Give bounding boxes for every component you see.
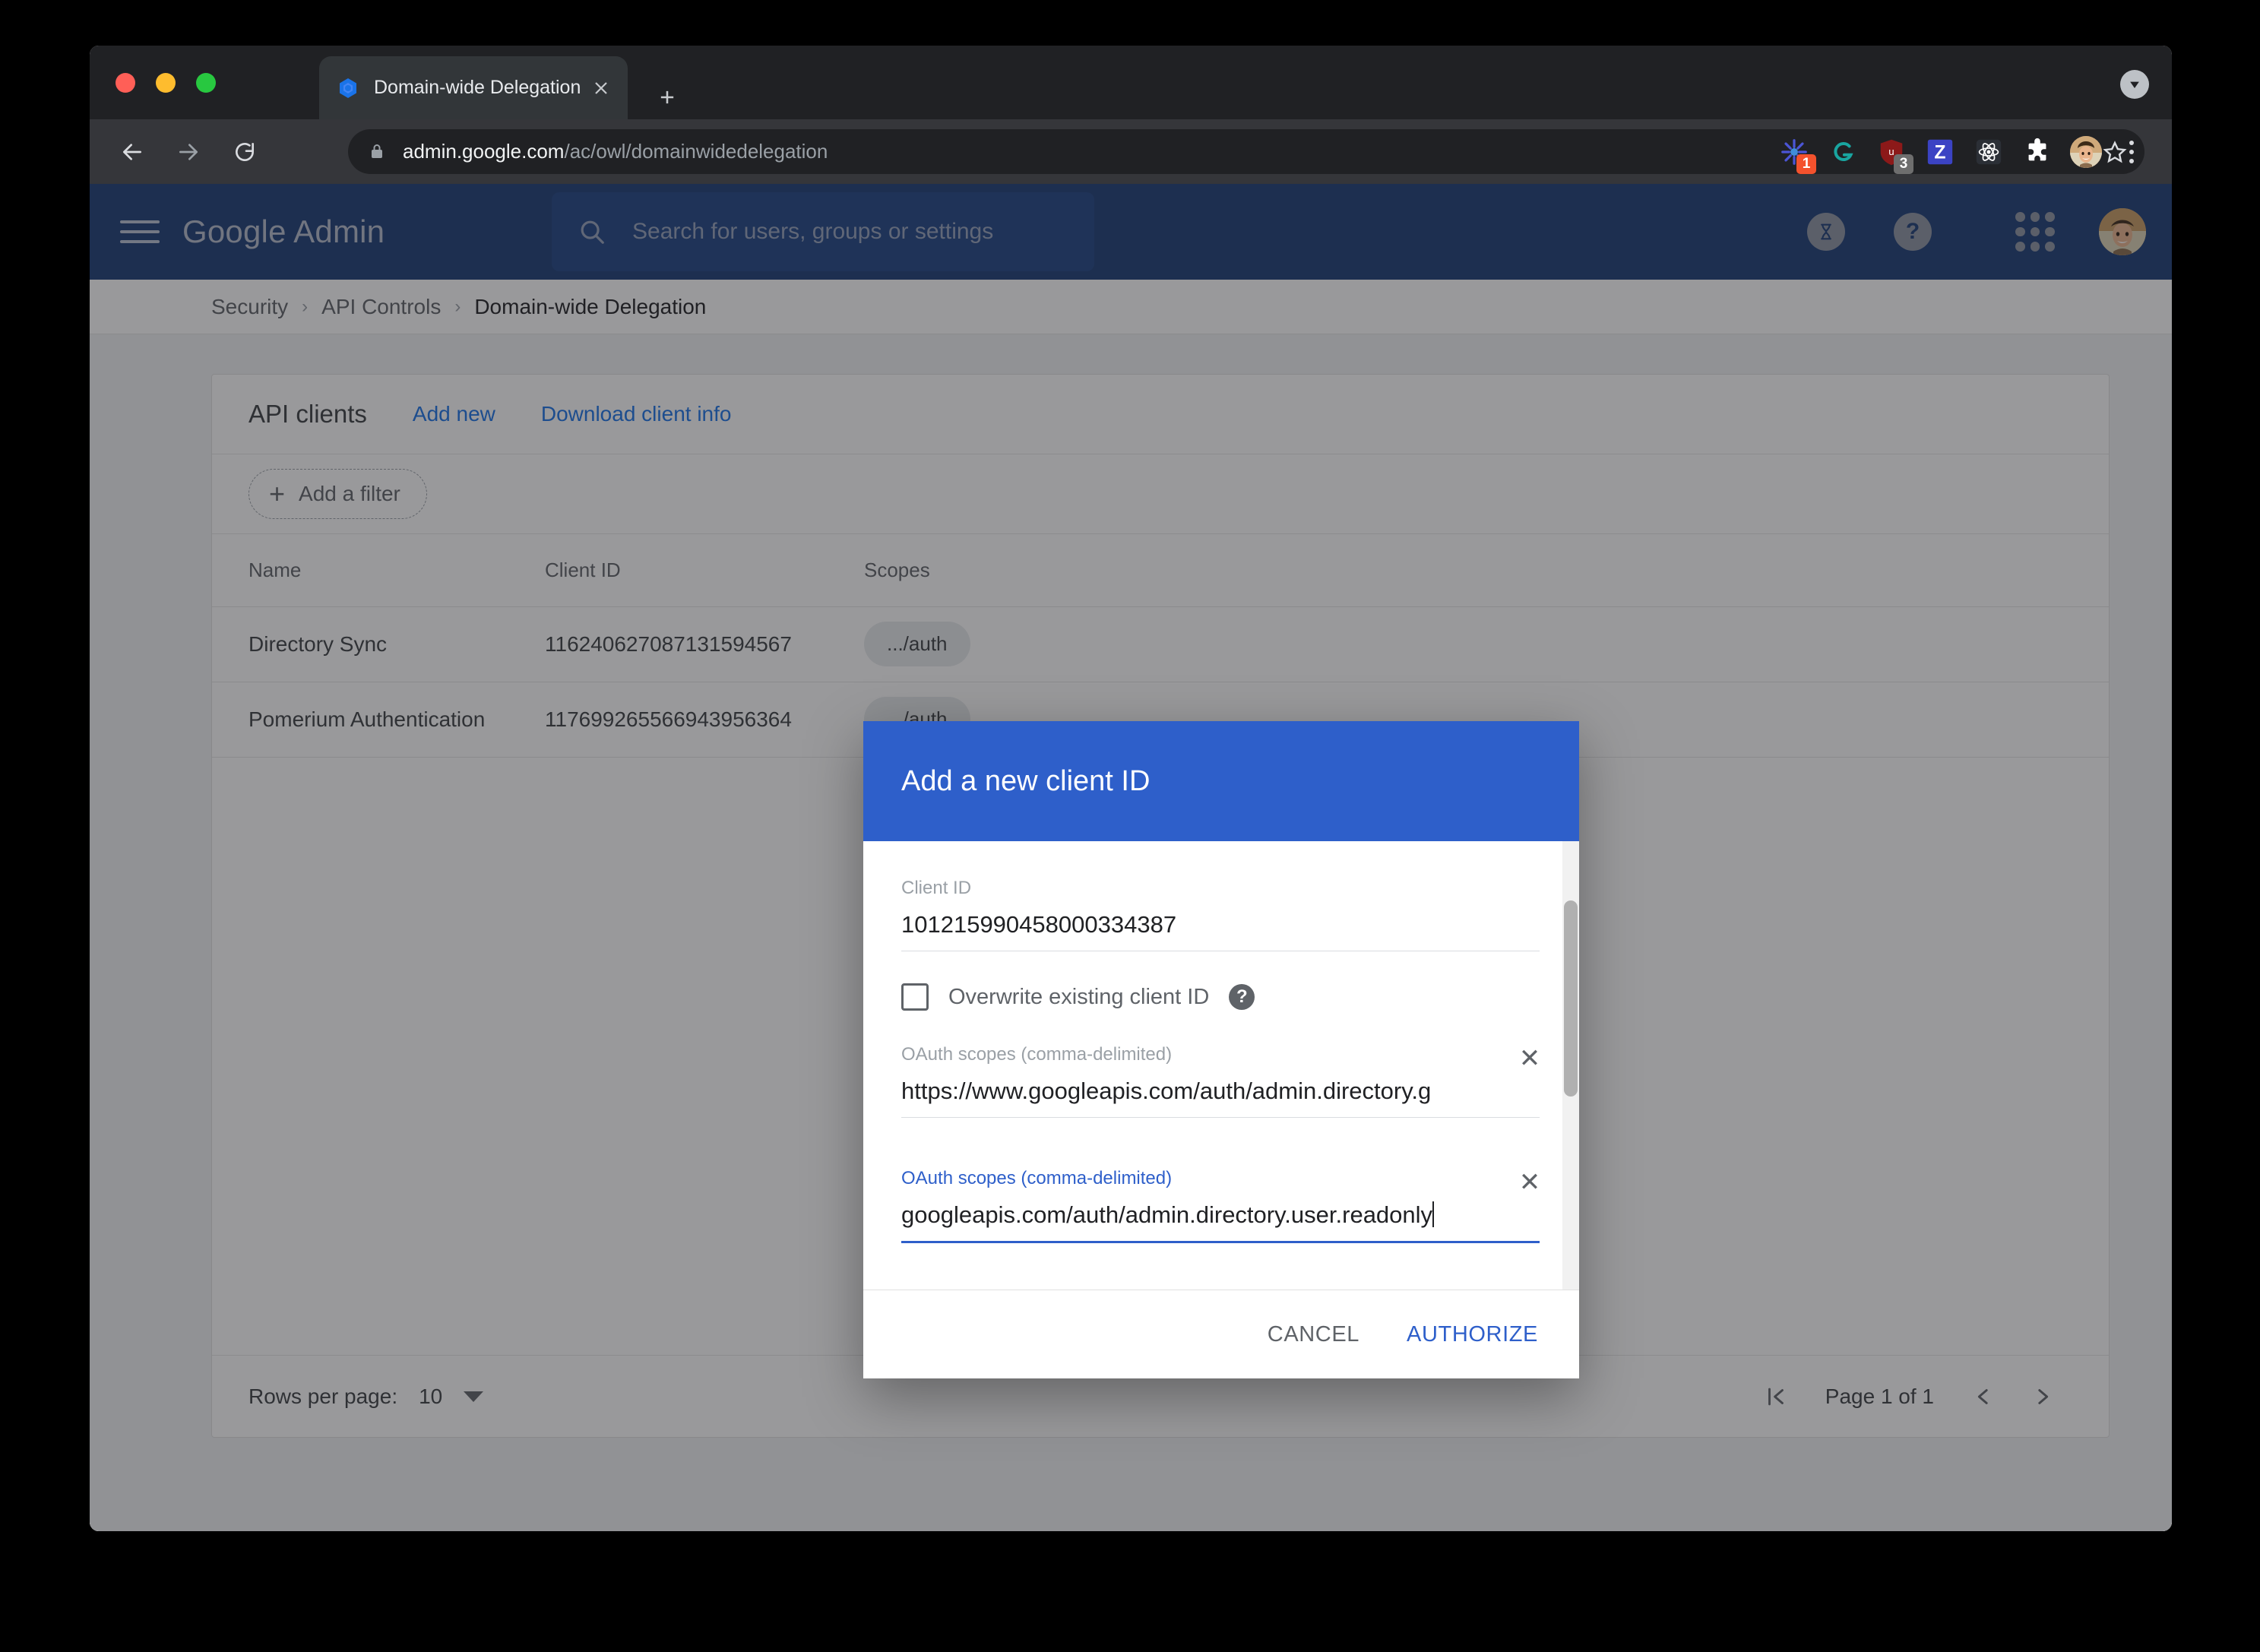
page-viewport: Google Admin Search for users, groups or… — [90, 184, 2172, 1531]
colorful-star-extension-icon[interactable]: 1 — [1778, 136, 1816, 174]
extension-badge-count: 1 — [1796, 153, 1816, 174]
ublock-origin-extension-icon[interactable]: u 3 — [1875, 136, 1913, 174]
client-id-label: Client ID — [901, 878, 972, 898]
url-host: admin.google.com — [403, 140, 565, 163]
extension-toolbar: 1 u 3 Z — [1778, 129, 2144, 174]
reload-button-icon[interactable] — [223, 131, 266, 173]
oauth-scope-label-2: OAuth scopes (comma-delimited) — [901, 1168, 1173, 1188]
oauth-scope-label-1: OAuth scopes (comma-delimited) — [901, 1044, 1173, 1065]
browser-window: Domain-wide Delegation admin.google.com/… — [90, 46, 2172, 1531]
clear-scope-icon-2[interactable]: ✕ — [1511, 1163, 1549, 1201]
help-question-icon[interactable]: ? — [1229, 984, 1255, 1010]
dialog-title: Add a new client ID — [901, 764, 1151, 797]
overwrite-existing-client-id-row[interactable]: Overwrite existing client ID ? — [901, 983, 1532, 1011]
authorize-button[interactable]: AUTHORIZE — [1387, 1309, 1558, 1361]
close-window-button[interactable] — [116, 73, 135, 93]
overwrite-checkbox[interactable] — [901, 983, 929, 1011]
text-caret — [1432, 1201, 1435, 1227]
dialog-body: Client ID 101215990458000334387 Overwrit… — [863, 841, 1579, 1290]
forward-button-icon[interactable] — [167, 131, 210, 173]
dialog-footer: CANCEL AUTHORIZE — [863, 1290, 1579, 1378]
dialog-scrollbar-thumb[interactable] — [1564, 900, 1578, 1097]
google-cloud-favicon-icon — [336, 76, 360, 100]
svg-text:u: u — [1888, 145, 1894, 157]
url-path: /ac/owl/domainwidedelegation — [564, 140, 828, 163]
extensions-puzzle-icon[interactable] — [2021, 136, 2053, 168]
lock-icon — [368, 141, 388, 163]
grammarly-extension-icon[interactable] — [1827, 136, 1859, 168]
extension-badge-count: 3 — [1894, 153, 1913, 174]
downloads-button[interactable] — [2120, 70, 2149, 99]
browser-profile-avatar[interactable] — [2070, 135, 2102, 168]
oauth-scope-field-block-1: OAuth scopes (comma-delimited) https://w… — [901, 1044, 1540, 1118]
clear-scope-icon-1[interactable]: ✕ — [1511, 1040, 1549, 1078]
add-client-id-dialog: Add a new client ID Client ID 1012159904… — [863, 721, 1579, 1378]
new-tab-button[interactable] — [652, 82, 682, 112]
browser-toolbar: admin.google.com/ac/owl/domainwidedelega… — [90, 119, 2172, 184]
tab-title: Domain-wide Delegation — [374, 77, 581, 98]
cancel-button[interactable]: CANCEL — [1248, 1309, 1379, 1361]
back-button-icon[interactable] — [111, 131, 154, 173]
tab-close-icon[interactable] — [588, 75, 614, 101]
minimize-window-button[interactable] — [156, 73, 176, 93]
zotero-extension-icon[interactable]: Z — [1924, 136, 1956, 168]
client-id-input[interactable]: 101215990458000334387 — [901, 911, 1540, 951]
react-devtools-extension-icon[interactable] — [1973, 136, 2005, 168]
three-dot-menu-icon[interactable] — [2119, 135, 2144, 169]
overwrite-label: Overwrite existing client ID — [948, 984, 1210, 1009]
browser-tab[interactable]: Domain-wide Delegation — [319, 56, 628, 119]
svg-text:Z: Z — [1934, 142, 1945, 163]
tab-strip: Domain-wide Delegation — [90, 46, 2172, 119]
client-id-field-block: Client ID 101215990458000334387 — [901, 878, 1540, 951]
oauth-scope-input-1[interactable]: https://www.googleapis.com/auth/admin.di… — [901, 1078, 1540, 1118]
oauth-scope-input-2-text: googleapis.com/auth/admin.directory.user… — [901, 1201, 1433, 1228]
dialog-header: Add a new client ID — [863, 721, 1579, 841]
maximize-window-button[interactable] — [196, 73, 216, 93]
oauth-scope-field-block-2: OAuth scopes (comma-delimited) googleapi… — [901, 1168, 1540, 1243]
dialog-scrollbar[interactable] — [1562, 841, 1579, 1290]
window-traffic-lights — [116, 73, 216, 93]
oauth-scope-input-2[interactable]: googleapis.com/auth/admin.directory.user… — [901, 1201, 1540, 1243]
